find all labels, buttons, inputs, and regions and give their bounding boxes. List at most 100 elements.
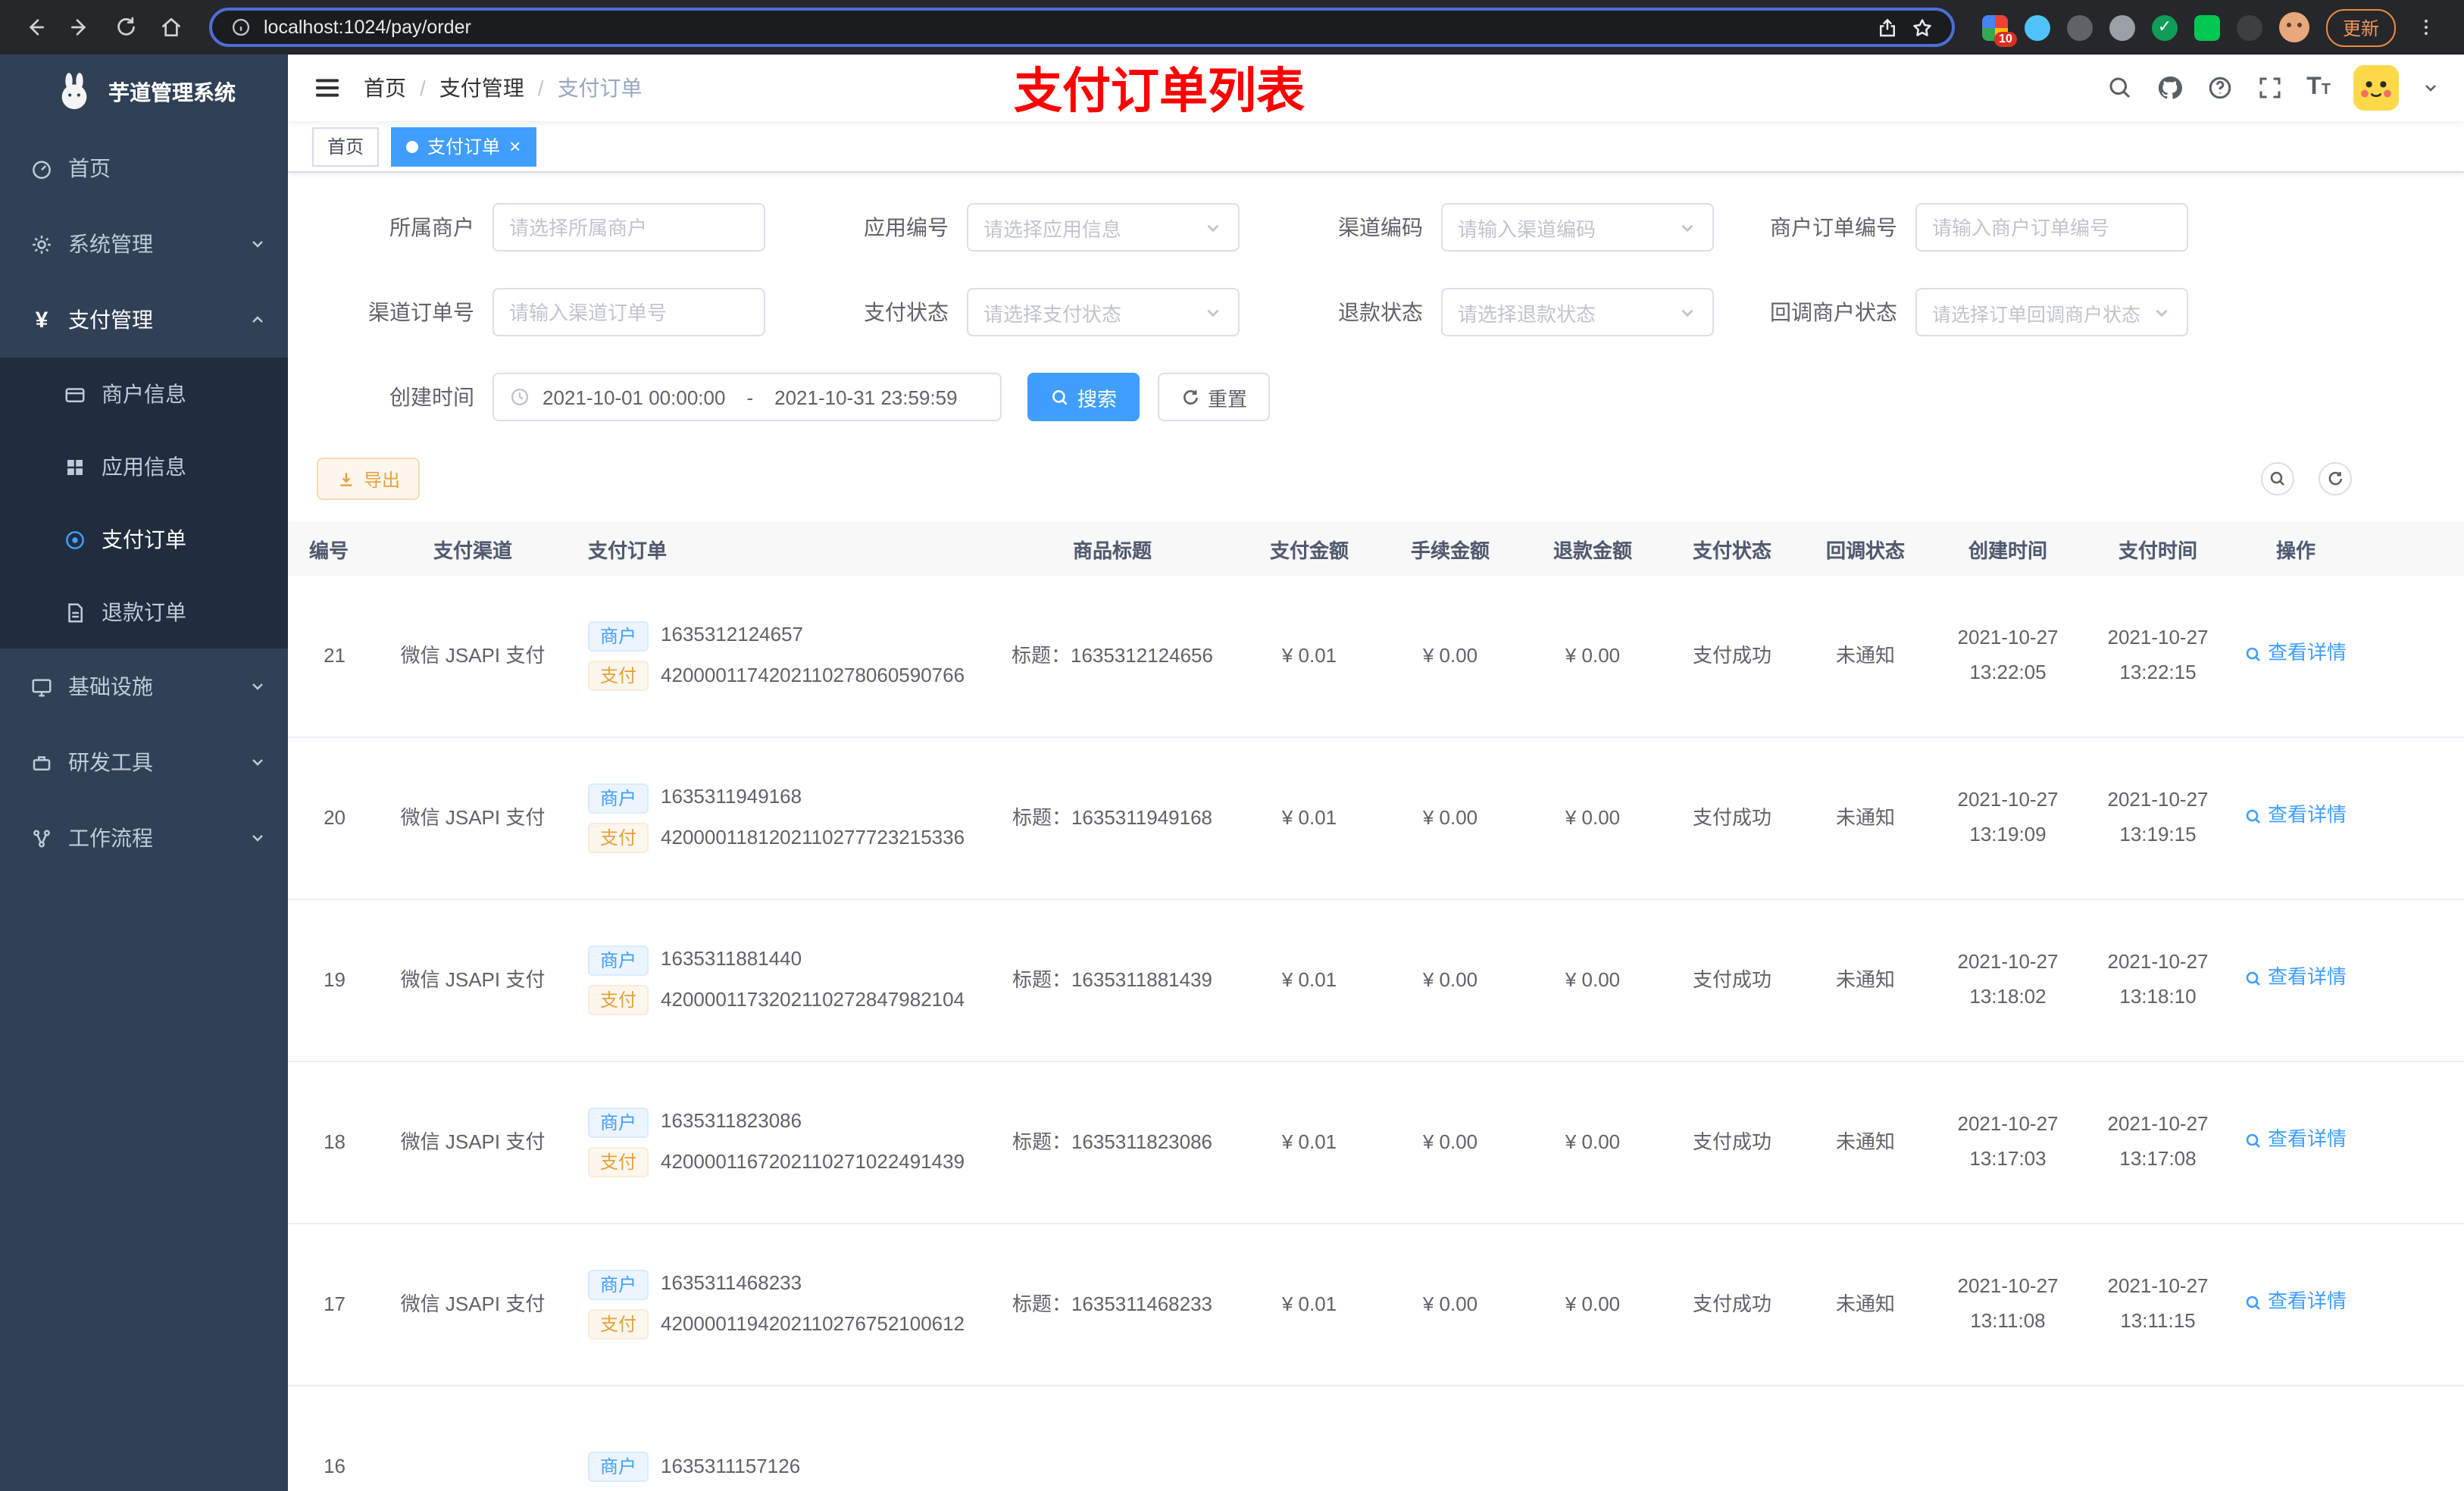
view-detail-link[interactable]: 查看详情 <box>2245 801 2347 833</box>
refresh-table-button[interactable] <box>2319 462 2352 495</box>
search-icon[interactable] <box>2106 74 2134 102</box>
cell-pay-order: 商户 1635312124657 支付 42000011742021102780605… <box>573 611 985 701</box>
help-icon[interactable] <box>2206 74 2234 102</box>
table-row: 17 微信 JSAPI 支付 商户 1635311468233 支付 4200001194… <box>288 1224 2464 1386</box>
sidebar-item-system[interactable]: 系统管理 <box>0 206 288 282</box>
cell-id: 19 <box>324 967 346 991</box>
sidebar-item-dev-tools[interactable]: 研发工具 <box>0 724 288 800</box>
search-button[interactable]: 搜索 <box>1027 373 1140 421</box>
back-button[interactable] <box>12 5 58 50</box>
cell-refund: ¥ 0.00 <box>1565 805 1621 829</box>
sidebar-item-payment[interactable]: ¥ 支付管理 <box>0 282 288 358</box>
column-header: 支付时间 <box>2118 539 2197 561</box>
filter-label: 所属商户 <box>389 215 474 239</box>
caret-down-icon[interactable] <box>2422 79 2440 97</box>
extension-icon[interactable] <box>2109 14 2135 40</box>
merchant-order-no: 1635311949168 <box>661 785 802 808</box>
create-time-range-picker[interactable]: 2021-10-01 00:00:00 - 2021-10-31 23:59:5… <box>492 373 1002 421</box>
cell-channel: 微信 JSAPI 支付 <box>400 967 546 991</box>
cell-notify-status: 未通知 <box>1835 805 1895 829</box>
view-detail-link[interactable]: 查看详情 <box>2245 639 2347 670</box>
sidebar-item-workflow[interactable]: 工作流程 <box>0 800 288 876</box>
cell-pay-order: 商户 1635311468233 支付 42000011942021102767521… <box>573 1259 985 1349</box>
pay-order-no: 4200001167202110271022491439 <box>661 1150 965 1173</box>
reload-button[interactable] <box>103 5 149 50</box>
magnifier-icon <box>2247 971 2261 986</box>
cell-action: 查看详情 <box>2231 1125 2361 1160</box>
forward-button[interactable] <box>58 5 103 50</box>
merchant-filter-input[interactable] <box>492 203 765 252</box>
channel-code-select[interactable]: 请输入渠道编码 <box>1441 203 1714 252</box>
bookmark-star-icon[interactable] <box>1911 16 1934 39</box>
cell-action: 查看详情 <box>2231 1287 2361 1322</box>
chevron-down-icon <box>1681 223 1693 232</box>
cell-refund: ¥ 0.00 <box>1565 1130 1621 1153</box>
cell-pay-order: 商户 1635311949168 支付 42000011812021102777232… <box>573 773 985 863</box>
filter-label: 渠道编码 <box>1338 215 1423 239</box>
extension-icon[interactable]: ✓ <box>2151 14 2178 40</box>
sidebar: 芋道管理系统 首页 系统管理 ¥ 支付管理 商户信息 应用信息 支付订单 退款订… <box>0 55 288 1491</box>
pay-status-select[interactable]: 请选择支付状态 <box>967 288 1240 336</box>
table-row: 19 微信 JSAPI 支付 商户 1635311881440 支付 4200001173… <box>288 900 2464 1062</box>
channel-order-no-input[interactable] <box>492 288 765 336</box>
fullscreen-icon[interactable] <box>2256 74 2284 102</box>
app-filter-select[interactable]: 请选择应用信息 <box>967 203 1240 252</box>
cell-title: 标题：1635311823086 <box>1012 1130 1213 1153</box>
sidebar-item-home[interactable]: 首页 <box>0 130 288 206</box>
home-icon <box>162 17 180 36</box>
export-button[interactable]: 导出 <box>317 458 421 500</box>
date-end: 2021-10-31 23:59:59 <box>774 386 958 408</box>
refund-status-select[interactable]: 请选择退款状态 <box>1441 288 1714 336</box>
notify-status-select[interactable]: 请选择订单回调商户状态 <box>1915 288 2188 336</box>
filter-field: 应用编号 请选择应用信息 <box>791 203 1258 252</box>
tag-pay-order[interactable]: 支付订单 × <box>391 127 536 166</box>
yen-icon: ¥ <box>35 307 48 333</box>
date-separator: - <box>746 386 754 408</box>
view-detail-link[interactable]: 查看详情 <box>2245 1287 2347 1319</box>
cell-created-time: 2021-10-27 13:18:02 <box>1957 950 2059 1008</box>
address-bar[interactable]: localhost:1024/pay/order <box>209 8 1955 47</box>
github-icon[interactable] <box>2156 74 2184 102</box>
breadcrumb-home[interactable]: 首页 <box>364 73 406 103</box>
browser-profile-avatar[interactable] <box>2278 12 2309 42</box>
extension-icon[interactable]: 10 <box>1981 14 2017 46</box>
table-row: 21 微信 JSAPI 支付 商户 1635312124657 支付 4200001174… <box>288 576 2464 738</box>
extension-icon[interactable] <box>2066 14 2093 40</box>
sidebar-item-refund-order[interactable]: 退款订单 <box>0 576 288 649</box>
tag-home[interactable]: 首页 <box>312 127 380 166</box>
breadcrumb-payment[interactable]: 支付管理 <box>439 73 524 103</box>
sidebar-item-app-info[interactable]: 应用信息 <box>0 430 288 503</box>
top-navbar: 首页 / 支付管理 / 支付订单 支付订单列表 TT <box>288 55 2464 121</box>
view-detail-link[interactable]: 查看详情 <box>2245 963 2347 995</box>
tag-close-icon[interactable]: × <box>509 136 521 156</box>
extension-icon[interactable] <box>2194 14 2220 40</box>
avatar-pikachu-icon <box>2353 65 2399 111</box>
extension-icon[interactable] <box>2236 14 2262 40</box>
cell-amount: ¥ 0.01 <box>1281 643 1337 667</box>
sidebar-item-infrastructure[interactable]: 基础设施 <box>0 649 288 724</box>
extension-icon[interactable] <box>2024 14 2050 40</box>
chrome-update-button[interactable]: 更新 <box>2325 8 2396 46</box>
merchant-order-no-input[interactable] <box>1915 203 2188 252</box>
user-avatar[interactable] <box>2353 65 2399 111</box>
chevron-down-icon <box>2156 308 2168 317</box>
filter-field: 商户订单编号 <box>1740 203 2206 252</box>
kebab-menu-icon <box>2425 19 2428 36</box>
sidebar-item-merchant-info[interactable]: 商户信息 <box>0 358 288 430</box>
view-detail-link[interactable]: 查看详情 <box>2245 1125 2347 1157</box>
sidebar-item-pay-order[interactable]: 支付订单 <box>0 503 288 576</box>
filter-label: 退款状态 <box>1338 300 1423 324</box>
toggle-search-button[interactable] <box>2261 462 2294 495</box>
font-size-icon[interactable]: TT <box>2306 74 2331 102</box>
monitor-icon <box>32 678 52 696</box>
reset-button[interactable]: 重置 <box>1158 373 1271 421</box>
share-icon[interactable] <box>1876 16 1899 39</box>
cell-fee: ¥ 0.00 <box>1422 805 1478 829</box>
filter-row-3: 创建时间 2021-10-01 00:00:00 - 2021-10-31 23… <box>317 373 2464 421</box>
pay-badge: 支付 <box>588 1147 649 1178</box>
browser-menu-button[interactable] <box>2412 5 2440 50</box>
hamburger-icon[interactable] <box>312 73 342 103</box>
dashboard-icon <box>33 160 51 179</box>
home-button[interactable] <box>149 5 194 50</box>
column-header: 回调状态 <box>1825 539 1905 561</box>
